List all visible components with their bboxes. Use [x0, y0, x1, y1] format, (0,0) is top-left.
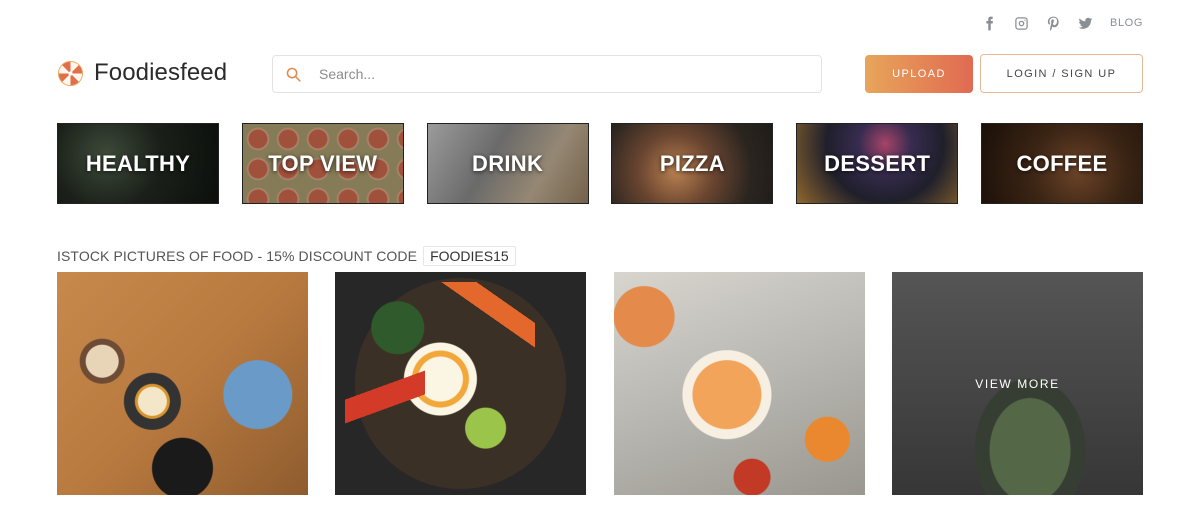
category-tiles: HEALTHY TOP VIEW DRINK PIZZA DESSERT COF…: [57, 123, 1143, 204]
category-drink[interactable]: DRINK: [426, 123, 589, 204]
photo-bibimbap[interactable]: [335, 272, 587, 495]
photo-image: [613, 272, 865, 495]
photo-image: [57, 272, 308, 495]
category-label: DESSERT: [824, 150, 931, 176]
foodiesfeed-logo-icon: [57, 60, 84, 86]
category-label: HEALTHY: [85, 150, 191, 176]
category-pizza[interactable]: PIZZA: [611, 123, 774, 204]
istock-promo: ISTOCK PICTURES OF FOOD - 15% DISCOUNT C…: [57, 246, 516, 266]
social-bar: BLOG: [973, 13, 1143, 33]
photo-grid: VIEW MORE: [57, 272, 1143, 495]
category-label: COFFEE: [1016, 150, 1108, 176]
pinterest-icon[interactable]: [1037, 13, 1069, 33]
facebook-icon[interactable]: [973, 13, 1005, 33]
blog-link[interactable]: BLOG: [1110, 17, 1143, 29]
search-input[interactable]: [313, 56, 821, 92]
photo-kimchi[interactable]: [613, 272, 865, 495]
search-icon: [273, 66, 313, 83]
view-more-label: VIEW MORE: [975, 376, 1060, 391]
discount-code[interactable]: FOODIES15: [423, 246, 516, 266]
category-healthy[interactable]: HEALTHY: [57, 123, 219, 204]
logo[interactable]: Foodiesfeed: [57, 59, 227, 87]
promo-text[interactable]: ISTOCK PICTURES OF FOOD - 15% DISCOUNT C…: [57, 248, 417, 264]
view-more-tile[interactable]: VIEW MORE: [891, 272, 1143, 495]
twitter-icon[interactable]: [1069, 13, 1101, 33]
login-signup-button[interactable]: LOGIN / SIGN UP: [980, 54, 1143, 93]
category-label: PIZZA: [659, 150, 725, 176]
photo-brunch-table[interactable]: [57, 272, 308, 495]
category-label: DRINK: [472, 150, 544, 176]
category-top-view[interactable]: TOP VIEW: [241, 123, 404, 204]
category-label: TOP VIEW: [268, 150, 378, 176]
category-dessert[interactable]: DESSERT: [796, 123, 959, 204]
search-bar[interactable]: [272, 55, 822, 93]
instagram-icon[interactable]: [1005, 13, 1037, 33]
category-coffee[interactable]: COFFEE: [980, 123, 1143, 204]
upload-button[interactable]: UPLOAD: [865, 55, 973, 93]
logo-text: Foodiesfeed: [94, 59, 228, 86]
